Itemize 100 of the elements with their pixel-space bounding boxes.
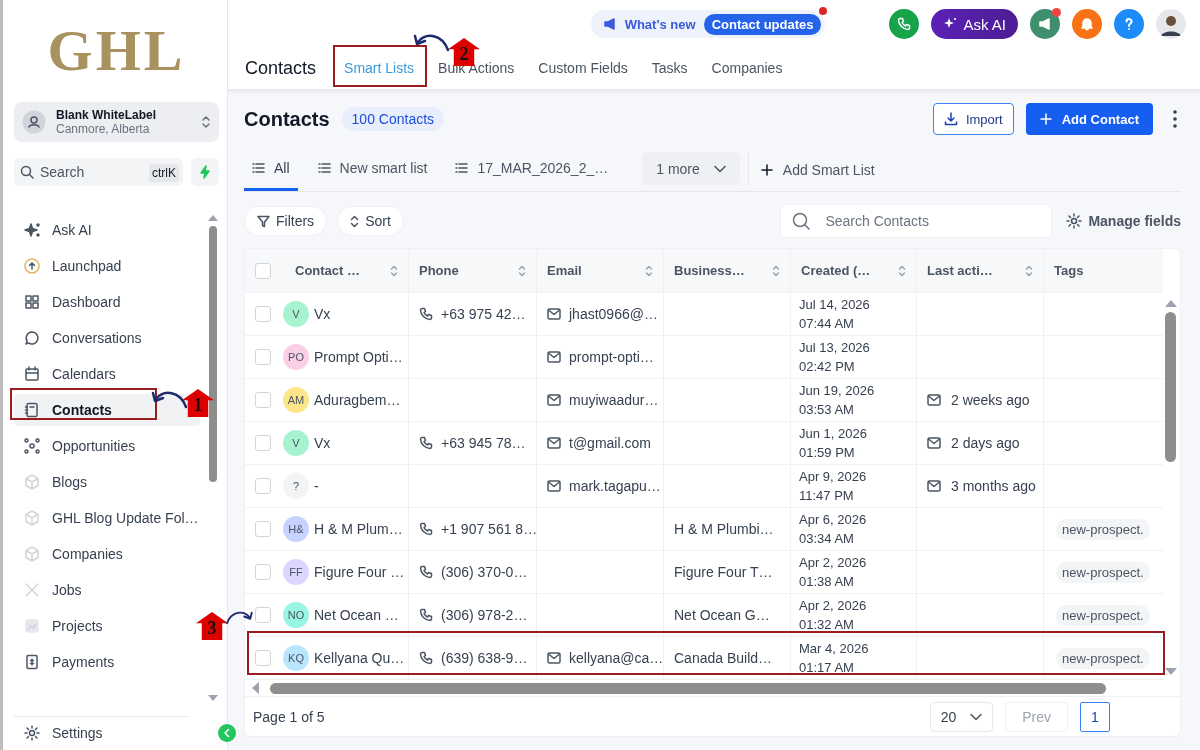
list-icon bbox=[252, 162, 265, 174]
contact-name[interactable]: H & M Plum… bbox=[314, 521, 403, 537]
chart-icon bbox=[24, 618, 40, 634]
sidebar-item[interactable]: Jobs bbox=[14, 574, 200, 606]
phone-button[interactable] bbox=[889, 9, 920, 39]
import-button[interactable]: Import bbox=[932, 103, 1014, 135]
contact-name[interactable]: Figure Four … bbox=[314, 564, 405, 580]
avatar: AM bbox=[283, 387, 309, 413]
table-cell: Apr 2, 2026 bbox=[799, 598, 867, 613]
add-smart-list-button[interactable]: Add Smart List bbox=[747, 154, 887, 185]
checkbox[interactable] bbox=[255, 607, 271, 623]
quick-action-button[interactable] bbox=[191, 158, 219, 186]
envelope-icon bbox=[547, 436, 561, 450]
filters-button[interactable]: Filters bbox=[244, 206, 328, 236]
sidebar-item[interactable]: Dashboard bbox=[14, 286, 200, 318]
column-header[interactable]: Last acti… bbox=[927, 263, 1017, 278]
collapse-icon[interactable] bbox=[218, 724, 236, 742]
avatar: KQ bbox=[283, 645, 309, 671]
sidebar-item[interactable]: Launchpad bbox=[14, 250, 200, 282]
chevron-icon bbox=[201, 114, 211, 130]
sidebar-item[interactable]: Ask AI bbox=[14, 214, 200, 246]
table-cell: Jun 19, 2026 bbox=[799, 383, 875, 398]
announcements-button[interactable] bbox=[1030, 9, 1060, 39]
avatar-icon[interactable] bbox=[1156, 9, 1186, 39]
table-cell: 01:38 AM bbox=[799, 574, 854, 589]
rocket-icon bbox=[24, 258, 40, 274]
whats-new-banner[interactable]: What's new Contact updates bbox=[590, 10, 826, 38]
contact-name[interactable]: - bbox=[314, 478, 319, 494]
contact-name[interactable]: Prompt Opti… bbox=[314, 349, 403, 365]
table-cell: 01:59 PM bbox=[799, 445, 855, 460]
table-cell: 3 months ago bbox=[951, 478, 1036, 494]
list-tab[interactable]: New smart list bbox=[309, 148, 436, 191]
updates-badge[interactable]: Contact updates bbox=[703, 13, 822, 35]
contact-name[interactable]: Vx bbox=[314, 306, 331, 322]
checkbox[interactable] bbox=[255, 392, 271, 408]
avatar: H& bbox=[283, 516, 309, 542]
help-button[interactable] bbox=[1114, 9, 1144, 39]
sidebar-item[interactable]: GHL Blog Update Fol… bbox=[14, 502, 200, 534]
scrollbar-thumb[interactable] bbox=[209, 226, 217, 482]
checkbox[interactable] bbox=[255, 564, 271, 580]
sort-button[interactable]: Sort bbox=[337, 206, 404, 236]
contact-name[interactable]: Vx bbox=[314, 435, 331, 451]
phone-icon bbox=[419, 522, 433, 536]
table-cell: 03:34 AM bbox=[799, 531, 854, 546]
question-mark-icon bbox=[1123, 17, 1135, 31]
contact-name[interactable]: Net Ocean … bbox=[314, 607, 399, 623]
account-switcher[interactable]: Blank WhiteLabel Canmore, Alberta bbox=[14, 102, 219, 142]
checkbox[interactable] bbox=[255, 349, 271, 365]
phone-icon bbox=[419, 436, 433, 450]
column-header[interactable]: Contact … bbox=[295, 263, 382, 278]
manage-fields-button[interactable]: Manage fields bbox=[1066, 213, 1181, 229]
chat-bubble-icon bbox=[24, 330, 40, 346]
tag-chip: new-prospect. bbox=[1056, 561, 1150, 583]
sidebar-item[interactable]: Calendars bbox=[14, 358, 200, 390]
phone-icon bbox=[419, 565, 433, 579]
sidebar-item[interactable]: Conversations bbox=[14, 322, 200, 354]
contact-name[interactable]: Aduragbem… bbox=[314, 392, 401, 408]
cube-icon bbox=[24, 474, 40, 490]
nav-tab[interactable]: Companies bbox=[703, 54, 791, 82]
table-cell: 02:42 PM bbox=[799, 359, 855, 374]
sidebar-item[interactable]: Payments bbox=[14, 646, 200, 678]
nav-tab[interactable]: Custom Fields bbox=[530, 54, 636, 82]
add-contact-button[interactable]: Add Contact bbox=[1025, 103, 1153, 135]
table-cell: Mar 4, 2026 bbox=[799, 641, 869, 656]
sort-icon bbox=[645, 264, 653, 277]
scrollbar-thumb[interactable] bbox=[1165, 312, 1176, 462]
column-header[interactable]: Created (… bbox=[801, 263, 890, 278]
sort-icon bbox=[1025, 264, 1033, 277]
column-header[interactable]: Phone bbox=[419, 263, 510, 278]
checkbox[interactable] bbox=[255, 521, 271, 537]
sidebar-item[interactable]: Settings bbox=[14, 716, 189, 748]
ask-ai-button[interactable]: Ask AI bbox=[931, 9, 1018, 39]
table-cell: Figure Four T… bbox=[674, 564, 773, 580]
column-header[interactable]: Tags bbox=[1054, 263, 1153, 278]
notifications-button[interactable] bbox=[1072, 9, 1102, 39]
checkbox[interactable] bbox=[255, 435, 271, 451]
more-icon[interactable] bbox=[1173, 110, 1177, 128]
checkbox[interactable] bbox=[255, 262, 271, 279]
checkbox[interactable] bbox=[255, 478, 271, 494]
scrollbar-thumb[interactable] bbox=[270, 682, 1106, 694]
checkbox[interactable] bbox=[255, 650, 271, 666]
avatar: PO bbox=[283, 344, 309, 370]
list-tab[interactable]: All bbox=[244, 148, 298, 191]
list-tab[interactable]: 17_MAR_2026_2_… bbox=[447, 148, 617, 191]
page-button[interactable]: 1 bbox=[1080, 701, 1110, 732]
more-dropdown[interactable]: 1 more bbox=[642, 152, 740, 185]
table-cell: 2 days ago bbox=[951, 435, 1020, 451]
table-cell: 01:32 AM bbox=[799, 617, 854, 632]
column-header[interactable]: Business… bbox=[674, 263, 764, 278]
page-size-dropdown[interactable]: 20 bbox=[929, 701, 994, 732]
sidebar-item[interactable]: Opportunities bbox=[14, 430, 200, 462]
column-header[interactable]: Email bbox=[547, 263, 637, 278]
nav-tab[interactable]: Tasks bbox=[643, 54, 696, 82]
table-cell: muyiwaadur… bbox=[569, 392, 659, 408]
sidebar-item[interactable]: Companies bbox=[14, 538, 200, 570]
checkbox[interactable] bbox=[255, 306, 271, 322]
search-field[interactable]: Search Contacts bbox=[780, 204, 1053, 238]
contact-name[interactable]: Kellyana Qu… bbox=[314, 650, 405, 666]
sort-icon bbox=[518, 264, 526, 277]
sidebar-item[interactable]: Blogs bbox=[14, 466, 200, 498]
